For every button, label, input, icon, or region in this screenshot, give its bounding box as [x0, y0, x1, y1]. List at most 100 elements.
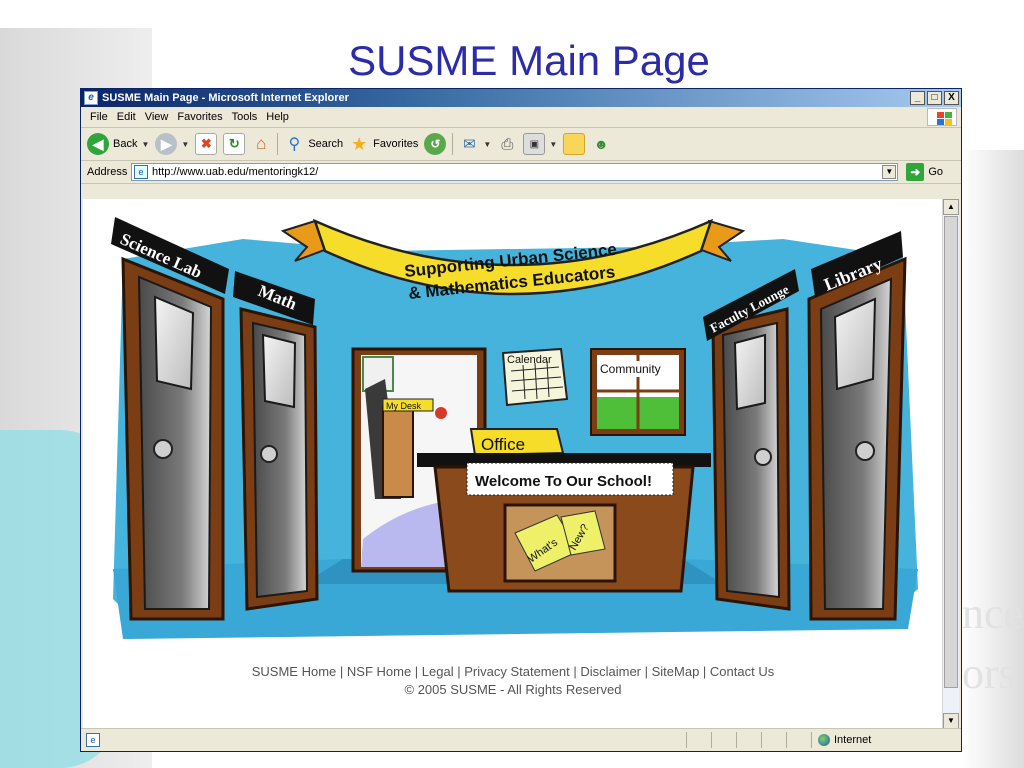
ie-icon: e [84, 91, 98, 105]
page-content: Science Lab Math Faculty Lounge Library … [83, 199, 943, 729]
status-pane [786, 732, 811, 748]
close-button[interactable]: X [944, 91, 959, 105]
mail-button[interactable]: ✉ ▼ [459, 134, 491, 154]
menu-tools[interactable]: Tools [232, 111, 258, 123]
star-icon: ★ [351, 133, 368, 154]
page-footer: SUSME Home | NSF Home | Legal | Privacy … [83, 663, 943, 699]
school-hallway-illustration: Science Lab Math Faculty Lounge Library … [111, 217, 918, 639]
footer-link-sitemap[interactable]: SiteMap [652, 664, 700, 679]
community-window[interactable]: Community [590, 348, 686, 436]
footer-link-privacy[interactable]: Privacy Statement [464, 664, 570, 679]
page-status-icon: e [86, 733, 100, 747]
menu-edit[interactable]: Edit [117, 111, 136, 123]
go-arrow-icon: ➜ [906, 163, 925, 181]
footer-link-contact[interactable]: Contact Us [710, 664, 774, 679]
back-arrow-icon: ◀ [87, 133, 109, 155]
calendar-label: Calendar [507, 354, 552, 366]
menu-favorites[interactable]: Favorites [177, 111, 222, 123]
security-zone: Internet [811, 732, 961, 748]
status-pane [711, 732, 736, 748]
address-url: http://www.uab.edu/mentoringk12/ [152, 166, 319, 178]
footer-link-disclaimer[interactable]: Disclaimer [580, 664, 641, 679]
folder-icon [563, 133, 586, 155]
title-bar: e SUSME Main Page - Microsoft Internet E… [81, 89, 961, 107]
scroll-thumb[interactable] [944, 216, 958, 688]
chevron-down-icon: ▼ [141, 139, 150, 149]
zone-label: Internet [834, 734, 872, 746]
maximize-button[interactable]: □ [927, 91, 942, 105]
footer-link-nsf-home[interactable]: NSF Home [347, 664, 411, 679]
vertical-scrollbar[interactable]: ▲ ▼ [942, 199, 959, 729]
print-button[interactable]: ⎙ [497, 134, 517, 154]
history-icon: ↺ [424, 133, 447, 155]
address-input[interactable]: e http://www.uab.edu/mentoringk12/ ▼ [131, 163, 899, 181]
my-desk-label: My Desk [386, 401, 422, 411]
go-button[interactable]: ➜ Go [906, 163, 943, 181]
mail-icon: ✉ [463, 136, 476, 153]
windows-logo-icon [927, 108, 957, 126]
scroll-up-button[interactable]: ▲ [943, 199, 959, 215]
math-door[interactable]: Math [233, 271, 319, 611]
back-button[interactable]: ◀ Back ▼ [87, 133, 149, 155]
watermark-text-1: nce [962, 589, 1024, 638]
globe-icon [818, 734, 830, 746]
watermark-text-2: ors [962, 649, 1016, 698]
menu-bar: File Edit View Favorites Tools Help [81, 107, 961, 128]
minimize-button[interactable]: _ [910, 91, 925, 105]
footer-links: SUSME Home | NSF Home | Legal | Privacy … [251, 664, 775, 679]
messenger-icon: ☻ [593, 136, 609, 152]
forward-button[interactable]: ▶ ▼ [155, 133, 189, 155]
edit-icon: ▣ [523, 133, 546, 155]
back-label: Back [113, 138, 138, 150]
faculty-lounge-door[interactable]: Faculty Lounge [703, 269, 799, 611]
office-label: Office [481, 435, 525, 454]
status-pane [761, 732, 786, 748]
menu-view[interactable]: View [145, 111, 169, 123]
scroll-down-button[interactable]: ▼ [943, 713, 959, 729]
footer-copyright: © 2005 SUSME - All Rights Reserved [404, 682, 622, 697]
stop-button[interactable]: ✖ [195, 133, 218, 155]
menu-help[interactable]: Help [266, 111, 289, 123]
science-lab-door[interactable]: Science Lab [111, 217, 229, 621]
status-panes: Internet [686, 732, 961, 748]
calendar-icon[interactable]: Calendar [501, 347, 569, 407]
address-label: Address [87, 166, 128, 178]
status-pane [736, 732, 761, 748]
community-label: Community [600, 362, 661, 376]
chevron-down-icon: ▼ [483, 139, 492, 149]
toolbar: ◀ Back ▼ ▶ ▼ ✖ ↻ ⌂ ⚲ Search ★ Favorites … [81, 128, 961, 161]
history-button[interactable]: ↺ [424, 133, 447, 155]
slide-title: SUSME Main Page [348, 37, 710, 84]
status-bar: e Internet [81, 728, 961, 751]
toolbar-separator [277, 133, 279, 155]
office-sign[interactable]: Office [469, 428, 565, 457]
address-dropdown-button[interactable]: ▼ [882, 165, 897, 179]
browser-window: e SUSME Main Page - Microsoft Internet E… [80, 88, 962, 752]
home-button[interactable]: ⌂ [251, 134, 271, 154]
status-pane [686, 732, 711, 748]
address-bar: Address e http://www.uab.edu/mentoringk1… [81, 161, 961, 184]
page-icon: e [134, 165, 148, 179]
printer-icon: ⎙ [501, 135, 514, 153]
footer-link-susme-home[interactable]: SUSME Home [252, 664, 337, 679]
messenger-button[interactable]: ☻ [591, 134, 611, 154]
welcome-label: Welcome To Our School! [475, 473, 652, 490]
forward-arrow-icon: ▶ [155, 133, 178, 155]
chevron-down-icon: ▼ [549, 139, 558, 149]
toolbar-separator [452, 133, 454, 155]
favorites-button[interactable]: ★ Favorites [349, 134, 418, 154]
search-icon: ⚲ [288, 136, 301, 153]
window-title: SUSME Main Page - Microsoft Internet Exp… [102, 92, 349, 104]
library-door[interactable]: Library [807, 231, 907, 621]
welcome-desk[interactable]: Welcome To Our School! What's New? [417, 453, 711, 593]
discuss-button[interactable] [563, 133, 586, 155]
favorites-label: Favorites [373, 138, 419, 150]
chevron-down-icon: ▼ [181, 139, 190, 149]
refresh-button[interactable]: ↻ [223, 133, 246, 155]
search-button[interactable]: ⚲ Search [284, 134, 343, 154]
footer-link-legal[interactable]: Legal [422, 664, 454, 679]
home-icon: ⌂ [256, 134, 267, 153]
menu-file[interactable]: File [90, 111, 108, 123]
refresh-icon: ↻ [223, 133, 246, 155]
edit-button[interactable]: ▣ ▼ [523, 133, 557, 155]
